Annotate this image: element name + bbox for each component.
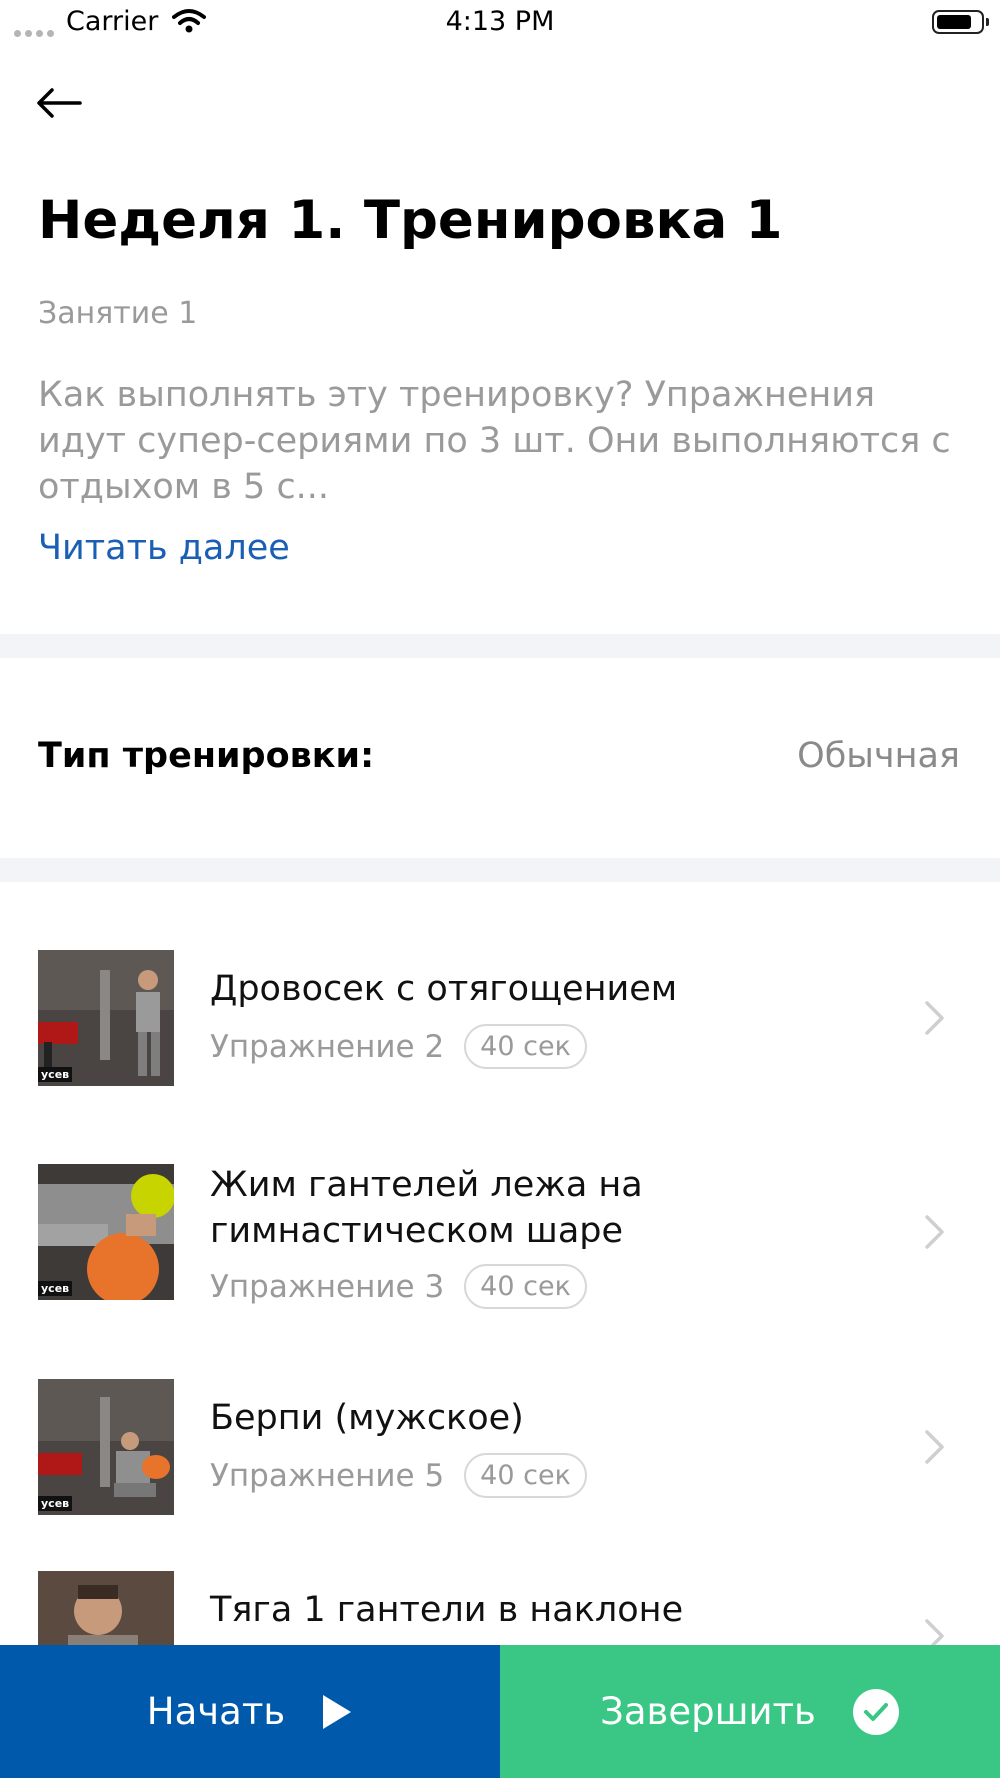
workout-type-label: Тип тренировки:: [38, 736, 375, 776]
bottom-action-bar: Начать Завершить: [0, 1645, 1000, 1778]
read-more-link[interactable]: Читать далее: [38, 528, 290, 568]
back-button[interactable]: [30, 78, 90, 128]
check-circle-icon: [852, 1688, 899, 1735]
exercise-thumbnail: усев: [38, 950, 174, 1086]
exercise-item[interactable]: усев Дровосек с отягощением Упражнение 2…: [0, 946, 1000, 1116]
exercise-meta: Упражнение 2 40 сек: [210, 1024, 587, 1069]
lesson-subtitle: Занятие 1: [38, 296, 198, 331]
exercise-number: Упражнение 5: [210, 1457, 445, 1494]
thumbnail-watermark: усев: [38, 1496, 73, 1511]
page-title: Неделя 1. Тренировка 1: [38, 190, 783, 251]
status-bar: Carrier 4:13 PM: [0, 0, 1000, 46]
exercise-item[interactable]: усев Жим гантелей лежа на гимнастическом…: [0, 1160, 1000, 1330]
chevron-right-icon: [925, 1001, 944, 1035]
chevron-right-icon: [925, 1430, 944, 1464]
exercise-meta: Упражнение 3 40 сек: [210, 1264, 587, 1309]
exercise-thumbnail: усев: [38, 1164, 174, 1300]
start-button[interactable]: Начать: [0, 1645, 500, 1778]
finish-button[interactable]: Завершить: [500, 1645, 1000, 1778]
section-divider: [0, 634, 1000, 658]
workout-description: Как выполнять эту тренировку? Упражнения…: [38, 375, 951, 507]
exercise-name: Тяга 1 гантели в наклоне: [210, 1590, 684, 1630]
chevron-right-icon: [925, 1215, 944, 1249]
exercise-name: Жим гантелей лежа на гимнастическом шаре: [210, 1165, 643, 1251]
exercise-item[interactable]: усев Берпи (мужское) Упражнение 5 40 сек: [0, 1375, 1000, 1545]
exercise-number: Упражнение 2: [210, 1028, 445, 1065]
duration-badge: 40 сек: [464, 1453, 587, 1498]
start-button-label: Начать: [146, 1690, 286, 1733]
status-time: 4:13 PM: [445, 6, 555, 37]
exercise-meta: Упражнение 5 40 сек: [210, 1453, 587, 1498]
thumbnail-watermark: усев: [38, 1067, 73, 1082]
play-icon: [323, 1694, 352, 1729]
finish-button-label: Завершить: [600, 1690, 816, 1733]
exercise-number: Упражнение 3: [210, 1268, 445, 1305]
exercise-thumbnail: усев: [38, 1379, 174, 1515]
thumbnail-watermark: усев: [38, 1281, 73, 1296]
exercise-name: Берпи (мужское): [210, 1398, 524, 1438]
duration-badge: 40 сек: [464, 1024, 587, 1069]
battery-icon: [932, 10, 989, 34]
duration-badge: 40 сек: [464, 1264, 587, 1309]
workout-type-value: Обычная: [797, 736, 960, 776]
exercise-name: Дровосек с отягощением: [210, 969, 678, 1009]
section-divider: [0, 858, 1000, 882]
arrow-left-icon: [37, 88, 82, 118]
